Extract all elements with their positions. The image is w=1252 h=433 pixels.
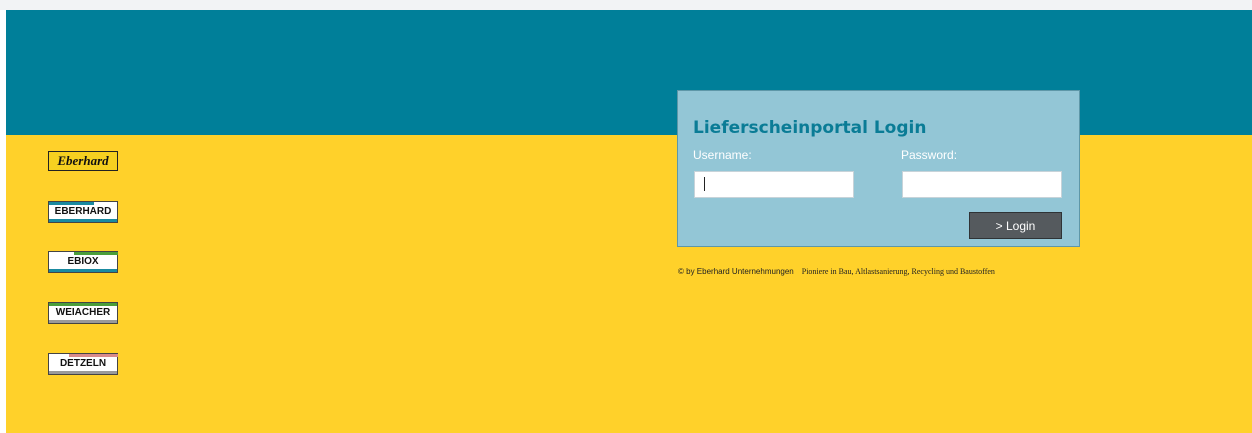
logo-ebiox[interactable]: EBIOX bbox=[48, 251, 118, 273]
logo-eberhard-script[interactable]: Eberhard bbox=[48, 151, 118, 171]
logo-stripe-bottom bbox=[49, 219, 117, 222]
logo-stripe-top bbox=[74, 252, 118, 255]
logo-label: EBERHARD bbox=[54, 206, 112, 217]
logo-weiacher[interactable]: WEIACHER bbox=[48, 302, 118, 324]
logo-stripe-top bbox=[49, 303, 117, 306]
logo-stripe-bottom bbox=[49, 371, 117, 374]
logo-stripe-top bbox=[69, 354, 118, 357]
logo-stripe-bottom bbox=[49, 269, 117, 272]
top-strip bbox=[0, 0, 1252, 10]
footer: © by Eberhard Unternehmungen Pioniere in … bbox=[678, 267, 995, 276]
logo-detzeln[interactable]: DETZELN bbox=[48, 353, 118, 375]
footer-copyright: © by Eberhard Unternehmungen bbox=[678, 267, 794, 276]
logo-stripe-top bbox=[49, 202, 94, 205]
password-input[interactable] bbox=[902, 171, 1062, 198]
logo-stripe-bottom bbox=[49, 320, 117, 323]
footer-slogan: Pioniere in Bau, Altlastsanierung, Recyc… bbox=[801, 267, 995, 276]
login-button[interactable]: > Login bbox=[969, 212, 1062, 239]
logo-label: WEIACHER bbox=[55, 307, 111, 318]
password-label: Password: bbox=[901, 148, 958, 162]
username-label: Username: bbox=[693, 148, 752, 162]
username-input[interactable] bbox=[694, 171, 854, 198]
logo-label: EBIOX bbox=[67, 256, 99, 267]
login-panel: Lieferscheinportal Login Username: Passw… bbox=[677, 90, 1080, 247]
logo-eberhard[interactable]: EBERHARD bbox=[48, 201, 118, 223]
text-caret bbox=[704, 177, 705, 191]
logo-label: DETZELN bbox=[59, 358, 107, 369]
login-title: Lieferscheinportal Login bbox=[693, 118, 927, 138]
